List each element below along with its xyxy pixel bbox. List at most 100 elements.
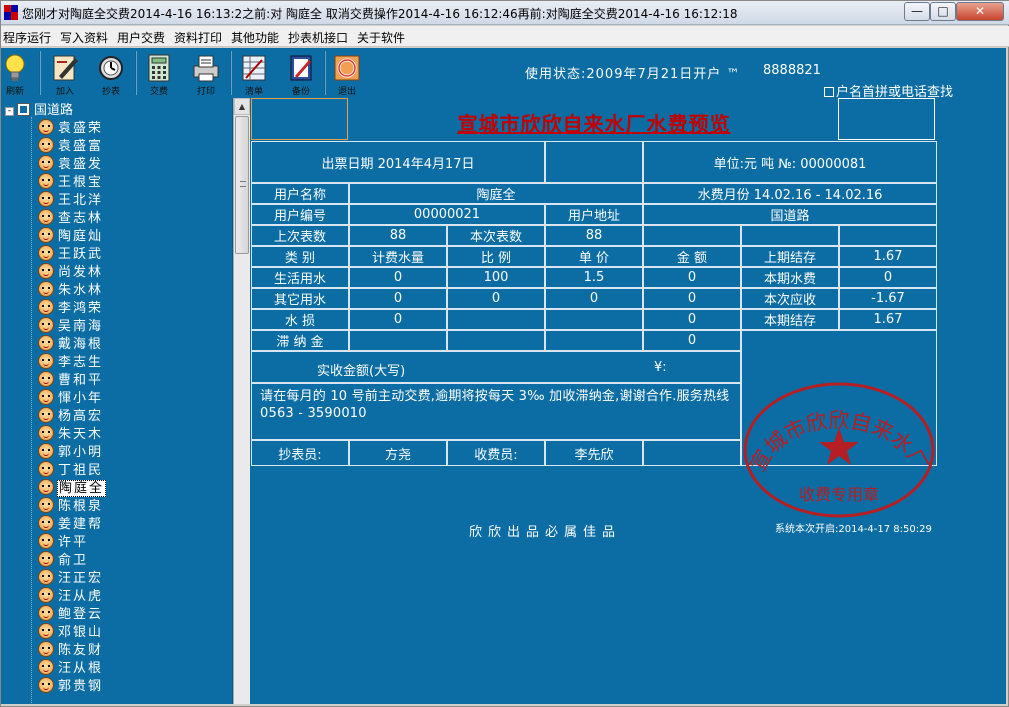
tree-user-item[interactable]: 汪从根: [38, 657, 104, 676]
user-face-icon: [38, 641, 54, 657]
value-late-amount: 0: [643, 330, 741, 351]
tree-user-item[interactable]: 曹和平: [38, 369, 104, 388]
value-living-amount: 0: [643, 267, 741, 288]
value-water-months: 水费月份 14.02.16 - 14.02.16: [643, 183, 937, 204]
user-face-icon: [38, 425, 54, 441]
blank-cell: [545, 309, 643, 330]
tree-user-item[interactable]: 郭贵钢: [38, 675, 104, 694]
label-cur-fee: 本期水费: [741, 267, 839, 288]
value-cur-balance: 1.67: [839, 309, 937, 330]
tree-user-item[interactable]: 李鸿荣: [38, 297, 104, 316]
payment-button[interactable]: 交费: [139, 50, 179, 97]
radio-icon[interactable]: [824, 87, 834, 97]
tree-user-item[interactable]: 鲍登云: [38, 603, 104, 622]
invoice-title: 宣城市欣欣自来水厂水费预览: [457, 112, 731, 136]
list-button[interactable]: 清单: [234, 50, 274, 97]
value-cur-fee: 0: [839, 267, 937, 288]
menu-about[interactable]: 关于软件: [357, 29, 405, 46]
tree-user-item[interactable]: 袁盛富: [38, 135, 104, 154]
user-face-icon: [38, 533, 54, 549]
exit-button[interactable]: 退出: [327, 50, 367, 97]
menu-print[interactable]: 资料打印: [174, 29, 222, 46]
menu-meter-interface[interactable]: 抄表机接口: [288, 29, 348, 46]
phone-number: 8888821: [763, 63, 821, 78]
tree-user-label: 汪正宏: [58, 571, 104, 586]
user-face-icon: [38, 605, 54, 621]
scroll-up-arrow-icon[interactable]: ▲: [234, 98, 250, 115]
collapse-icon[interactable]: -: [5, 107, 14, 116]
tree-user-item[interactable]: 杨高宏: [38, 405, 104, 424]
print-button[interactable]: 打印: [186, 50, 226, 97]
invoice-preview: 宣城市欣欣自来水厂水费预览 出票日期 2014年4月17日 单位:元 吨 №: …: [251, 98, 937, 540]
tree-user-item[interactable]: 陈友财: [38, 639, 104, 658]
minimize-button[interactable]: —: [904, 2, 930, 21]
tree-user-item[interactable]: 丁祖民: [38, 459, 104, 478]
refresh-button[interactable]: 刷新: [0, 50, 35, 97]
add-button[interactable]: 加入: [45, 50, 85, 97]
value-collector: 李先欣: [545, 440, 643, 466]
tree-user-label: 王北洋: [58, 193, 104, 208]
tree-user-label: 汪从根: [58, 661, 104, 676]
tree-user-item[interactable]: 惲小年: [38, 387, 104, 406]
user-tree[interactable]: - 国道路 袁盛荣 袁盛富 袁盛发 王根宝王北洋 查志林 陶庭灿王跃武 尚发林 朱水林 李鸿荣 吴南…: [1, 98, 233, 704]
user-face-icon: [38, 407, 54, 423]
tree-user-item[interactable]: 尚发林: [38, 261, 104, 280]
tree-user-item[interactable]: 郭小明: [38, 441, 104, 460]
tree-user-item[interactable]: 吴南海: [38, 315, 104, 334]
tree-user-item[interactable]: 查志林: [38, 207, 104, 226]
tree-user-label: 惲小年: [58, 391, 104, 406]
menu-user-payment[interactable]: 用户交费: [117, 29, 165, 46]
user-face-icon: [38, 353, 54, 369]
value-living-qty: 0: [349, 267, 447, 288]
tree-user-item[interactable]: 汪从虎: [38, 585, 104, 604]
user-face-icon: [38, 371, 54, 387]
tree-user-label: 丁祖民: [58, 463, 104, 478]
backup-button[interactable]: 备份: [281, 50, 321, 97]
tree-user-item[interactable]: 陶庭灿: [38, 225, 104, 244]
close-button[interactable]: ✕: [956, 2, 1004, 21]
refresh-label: 刷新: [5, 87, 24, 97]
value-other-ratio: 0: [447, 288, 545, 309]
tree-user-item[interactable]: 汪正宏: [38, 567, 104, 586]
user-face-icon: [38, 335, 54, 351]
tree-user-item[interactable]: 朱水林: [38, 279, 104, 298]
user-face-icon: [38, 281, 54, 297]
value-other-qty: 0: [349, 288, 447, 309]
tree-user-label: 曹和平: [58, 373, 104, 388]
tree-user-item[interactable]: 袁盛发: [38, 153, 104, 172]
maximize-button[interactable]: □: [930, 2, 956, 21]
tree-user-item[interactable]: 陶庭全: [38, 477, 107, 497]
list-grid-icon: [242, 55, 266, 81]
tree-scrollbar[interactable]: ▲: [233, 98, 250, 704]
label-user-name: 用户名称: [251, 183, 349, 204]
tree-user-item[interactable]: 邓银山: [38, 621, 104, 640]
tree-user-label: 戴海根: [58, 337, 104, 352]
label-actual-words: 实收金额(大写): [317, 364, 406, 379]
tree-user-item[interactable]: 王北洋: [38, 189, 104, 208]
tree-user-item[interactable]: 姜建帮: [38, 513, 104, 532]
tree-user-item[interactable]: 王跃武: [38, 243, 104, 262]
menu-write-data[interactable]: 写入资料: [60, 29, 108, 46]
tree-user-item[interactable]: 陈根泉: [38, 495, 104, 514]
menu-run[interactable]: 程序运行: [3, 29, 51, 46]
tree-user-item[interactable]: 戴海根: [38, 333, 104, 352]
tree-user-item[interactable]: 李志生: [38, 351, 104, 370]
invoice-corner-box-left: [251, 98, 348, 140]
tree-user-label: 王跃武: [58, 247, 104, 262]
user-face-icon: [38, 677, 54, 693]
value-this-reading: 88: [545, 225, 643, 246]
menu-other[interactable]: 其他功能: [231, 29, 279, 46]
tree-user-item[interactable]: 许平: [38, 531, 89, 550]
scroll-thumb[interactable]: [235, 116, 249, 254]
value-loss-amount: 0: [643, 309, 741, 330]
user-face-icon: [38, 551, 54, 567]
exit-label: 退出: [337, 87, 356, 97]
tree-user-item[interactable]: 王根宝: [38, 171, 104, 190]
tree-user-item[interactable]: 朱天木: [38, 423, 104, 442]
user-face-icon: [38, 461, 54, 477]
value-last-reading: 88: [349, 225, 447, 246]
tree-root-node[interactable]: - 国道路: [5, 99, 73, 118]
meter-reading-button[interactable]: 抄表: [91, 50, 131, 97]
tree-user-item[interactable]: 袁盛荣: [38, 117, 104, 136]
tree-user-item[interactable]: 俞卫: [38, 549, 89, 568]
